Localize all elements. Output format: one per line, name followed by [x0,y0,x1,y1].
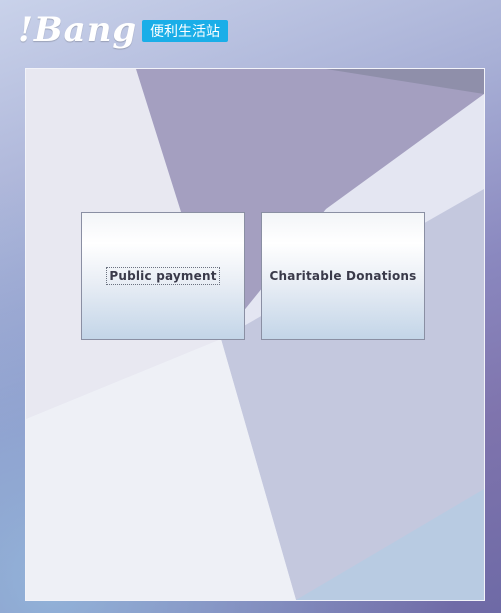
app-logo: !Bang [18,10,138,50]
service-panel: Public payment Charitable Donations [25,68,485,601]
charitable-donations-label: Charitable Donations [269,269,417,283]
public-payment-label: Public payment [106,267,220,285]
header: !Bang 便利生活站 [0,0,501,62]
charitable-donations-button[interactable]: Charitable Donations [261,212,425,340]
public-payment-button[interactable]: Public payment [81,212,245,340]
site-badge: 便利生活站 [142,20,228,42]
